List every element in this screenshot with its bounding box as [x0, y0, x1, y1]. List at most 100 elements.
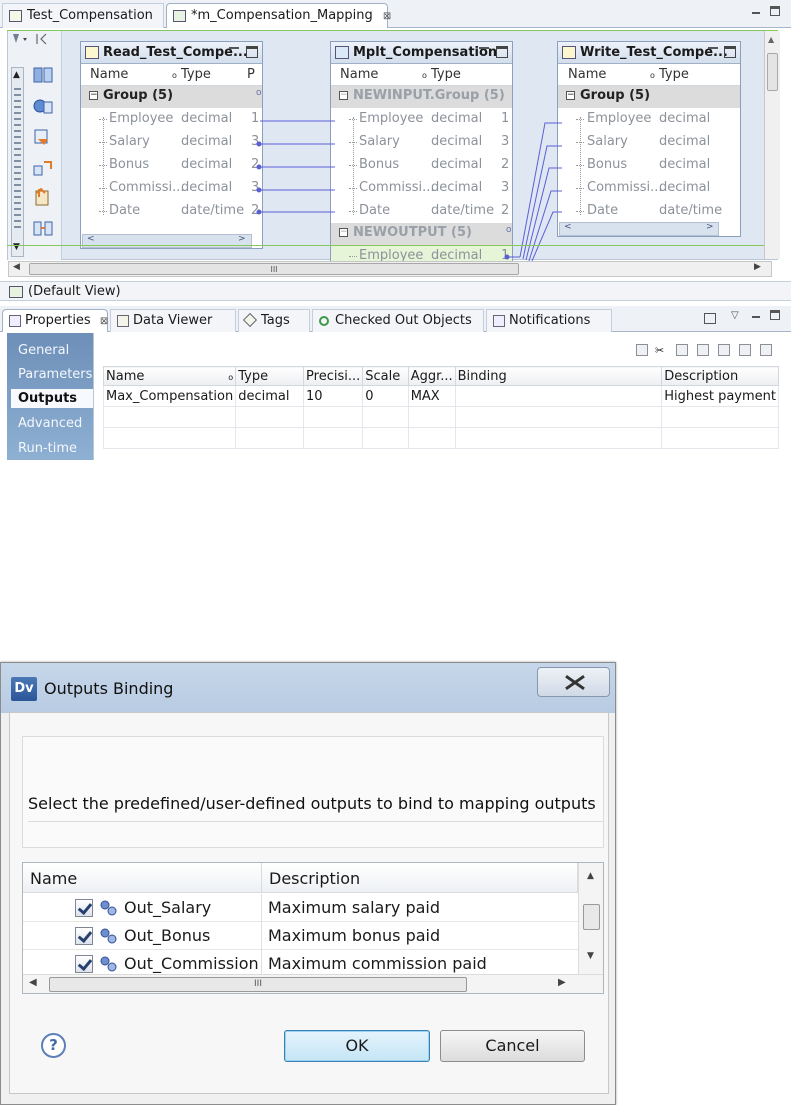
- scroll-up-arrow-icon[interactable]: ▲: [587, 871, 594, 881]
- help-icon[interactable]: ?: [41, 1033, 66, 1058]
- empty-row: [102, 427, 779, 449]
- outputs-list[interactable]: Name Description Out_Salary Maximum sala…: [22, 862, 604, 994]
- view-menu-icon[interactable]: ▽: [731, 310, 739, 321]
- scroll-left-arrow-icon[interactable]: ◀: [13, 262, 20, 272]
- sidebar-item-advanced[interactable]: Advanced: [18, 416, 82, 431]
- canvas-vertical-scrollbar[interactable]: ▲: [764, 31, 780, 259]
- output-icon: [100, 900, 117, 916]
- port-links: [256, 120, 562, 262]
- sidebar-item-run-time[interactable]: Run-time: [18, 441, 77, 456]
- sidebar-item-general[interactable]: General: [18, 343, 69, 358]
- notifications-icon: [493, 315, 505, 327]
- close-tab-icon[interactable]: ⊠: [100, 316, 108, 327]
- scroll-thumb[interactable]: [583, 904, 600, 930]
- tab-tags[interactable]: Tags: [238, 309, 310, 332]
- scroll-up-arrow-icon[interactable]: ▲: [768, 35, 774, 44]
- tab-label: Properties: [25, 313, 91, 328]
- maximize-icon[interactable]: [770, 310, 780, 320]
- app-logo-icon: Dv: [11, 677, 37, 701]
- canvas-horizontal-scrollbar[interactable]: ◀ III ▶: [8, 261, 772, 277]
- link-out-commission: [528, 190, 562, 262]
- tab-label: Checked Out Objects: [335, 313, 472, 328]
- ok-button[interactable]: OK: [284, 1030, 430, 1062]
- scroll-thumb[interactable]: III: [29, 263, 519, 275]
- port-dot: [256, 209, 262, 215]
- scroll-right-arrow-icon[interactable]: ▶: [754, 262, 761, 272]
- tab-label: Notifications: [509, 313, 591, 328]
- default-view-label: (Default View): [28, 284, 121, 299]
- port-dot: [256, 164, 262, 170]
- cell-description[interactable]: Highest payment: [661, 385, 779, 407]
- sidebar-item-parameters[interactable]: Parameters: [18, 367, 92, 382]
- tab-data-viewer[interactable]: Data Viewer: [110, 309, 236, 332]
- output-description: Maximum salary paid: [268, 898, 441, 917]
- list-vertical-scrollbar[interactable]: ▲ ▼: [578, 863, 603, 974]
- tab-label: Data Viewer: [133, 313, 213, 328]
- new-output-icon[interactable]: [636, 344, 648, 356]
- output-icon: [100, 956, 117, 972]
- default-view-bar[interactable]: (Default View): [0, 281, 791, 301]
- cell-aggregation[interactable]: MAX: [407, 385, 456, 407]
- output-name: Out_Bonus: [124, 926, 211, 945]
- tab-label: Tags: [261, 313, 290, 328]
- properties-sidebar: General Parameters Outputs Advanced Run-…: [7, 333, 97, 460]
- output-description: Maximum bonus paid: [268, 926, 441, 945]
- data-viewer-icon: [117, 315, 129, 327]
- canvas-guide-line: [7, 245, 778, 246]
- checked-out-icon: [319, 316, 329, 326]
- move-down-icon[interactable]: [760, 344, 772, 356]
- tab-checked-out-objects[interactable]: Checked Out Objects: [312, 309, 484, 332]
- paste-icon[interactable]: [697, 344, 709, 356]
- copy-icon[interactable]: [676, 344, 688, 356]
- properties-icon: [9, 315, 21, 327]
- cut-icon[interactable]: ✂: [655, 344, 667, 357]
- col-header-binding[interactable]: Binding: [454, 366, 663, 386]
- col-header-description[interactable]: Description: [661, 366, 779, 386]
- link-out-salary: [522, 145, 562, 260]
- port-dot: [256, 141, 262, 147]
- col-header-name[interactable]: Name: [23, 863, 262, 893]
- checkbox-checked[interactable]: [75, 927, 93, 945]
- col-header-aggregation[interactable]: Aggr...: [407, 366, 456, 386]
- outputs-table: Name o Type Precisi... Scale Aggr... Bind…: [102, 366, 779, 449]
- checkbox-checked[interactable]: [75, 955, 93, 973]
- scroll-thumb[interactable]: [767, 53, 778, 91]
- cell-name[interactable]: Max_Compensation: [102, 385, 237, 407]
- list-item-out-salary[interactable]: Out_Salary Maximum salary paid: [23, 894, 578, 922]
- scroll-left-arrow-icon[interactable]: ◀: [29, 977, 37, 988]
- cancel-button[interactable]: Cancel: [440, 1030, 585, 1062]
- list-horizontal-scrollbar[interactable]: ◀ III ▶: [23, 974, 603, 993]
- close-button[interactable]: [537, 667, 610, 697]
- output-name: Out_Salary: [124, 898, 212, 917]
- col-header-description[interactable]: Description: [262, 863, 578, 893]
- cell-binding[interactable]: [454, 385, 663, 407]
- col-header-name[interactable]: Name o: [102, 366, 237, 386]
- checkbox-checked[interactable]: [75, 899, 93, 917]
- tab-notifications[interactable]: Notifications: [486, 309, 612, 332]
- cell-precision[interactable]: 10: [303, 385, 364, 407]
- table-row[interactable]: Max_Compensation decimal 10 0 MAX Highes…: [102, 385, 779, 407]
- cell-scale[interactable]: 0: [362, 385, 409, 407]
- dialog-message: Select the predefined/user-defined outpu…: [28, 794, 596, 813]
- scroll-thumb[interactable]: III: [49, 977, 467, 992]
- output-icon: [100, 928, 117, 944]
- move-up-icon[interactable]: [739, 344, 751, 356]
- col-header-type[interactable]: Type: [235, 366, 305, 386]
- view-icon: [9, 286, 23, 298]
- divider: [28, 821, 604, 822]
- sidebar-item-outputs[interactable]: Outputs: [11, 389, 97, 408]
- scroll-down-arrow-icon[interactable]: ▼: [587, 951, 594, 961]
- open-view-icon[interactable]: [704, 313, 716, 324]
- port-dot: [256, 187, 262, 193]
- list-item-out-bonus[interactable]: Out_Bonus Maximum bonus paid: [23, 922, 578, 950]
- properties-tab-bar: Properties ⊠ Data Viewer Tags Checked Ou…: [0, 306, 791, 332]
- tab-properties[interactable]: Properties ⊠: [2, 309, 108, 332]
- scroll-right-arrow-icon[interactable]: ▶: [558, 977, 566, 988]
- cell-type[interactable]: decimal: [235, 385, 305, 407]
- delete-icon[interactable]: [718, 344, 730, 356]
- sort-marker-icon: o: [228, 372, 234, 382]
- minimize-icon[interactable]: [750, 310, 762, 322]
- col-header-precision[interactable]: Precisi...: [303, 366, 364, 386]
- col-header-scale[interactable]: Scale: [362, 366, 409, 386]
- outputs-header-row: Name o Type Precisi... Scale Aggr... Bind…: [102, 366, 779, 386]
